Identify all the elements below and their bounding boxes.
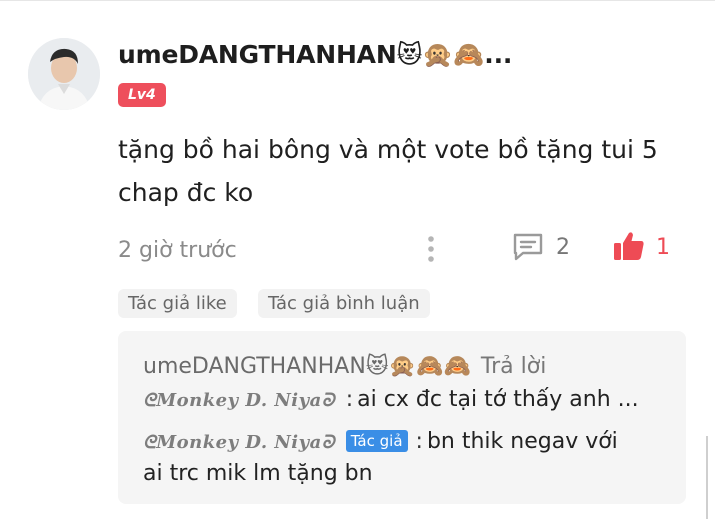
comment-icon[interactable] [511, 231, 545, 267]
tag-author-like: Tác giả like [118, 289, 237, 318]
replies-panel[interactable]: umeDANGTHANHAN😻🙊🙈🙈 Trả lời ᘓMonkey D. Niy… [118, 331, 686, 504]
level-badge: Lv4 [118, 83, 166, 107]
flourish-left-icon: ᘓ [143, 390, 157, 411]
reply-text: bn thik negav với [426, 429, 618, 454]
flourish-left-icon: ᘓ [143, 432, 157, 453]
reply-header-user[interactable]: umeDANGTHANHAN😻🙊🙈🙈 [143, 354, 471, 379]
reply-text-continued: ai trc mik lm tặng bn [143, 461, 373, 486]
reply-author[interactable]: ᘓMonkey D. Niyaᘐ [143, 432, 342, 453]
username[interactable]: umeDANGTHANHAN😻🙊🙈... [118, 40, 512, 70]
reply-count[interactable]: 2 [556, 235, 570, 260]
avatar[interactable] [28, 38, 100, 110]
more-vertical-icon[interactable] [424, 234, 438, 264]
tag-author-comment: Tác giả bình luận [258, 289, 430, 318]
reply-text: ai cx đc tại tớ thấy anh ... [357, 387, 639, 412]
timestamp: 2 giờ trước [118, 238, 237, 263]
like-count[interactable]: 1 [656, 235, 670, 260]
reply-header: umeDANGTHANHAN😻🙊🙈🙈 Trả lời [143, 354, 546, 379]
reply-colon: : [345, 387, 354, 412]
comment-text: tặng bồ hai bông và một vote bồ tặng tui… [118, 135, 658, 207]
flourish-right-icon: ᘐ [321, 390, 335, 411]
reply-colon: : [415, 429, 423, 454]
reply-item[interactable]: ᘓMonkey D. Niyaᘐ Tác giả: bn thik negav v… [143, 429, 618, 454]
thumbs-up-icon[interactable] [612, 229, 646, 267]
reply-author[interactable]: ᘓMonkey D. Niyaᘐ [143, 390, 342, 411]
reply-item[interactable]: ᘓMonkey D. Niyaᘐ : ai cx đc tại tớ thấy a… [143, 387, 639, 412]
flourish-right-icon: ᘐ [321, 432, 335, 453]
scrollbar[interactable] [706, 436, 708, 519]
author-badge: Tác giả [345, 430, 408, 452]
top-divider [0, 0, 715, 1]
reply-action[interactable]: Trả lời [481, 354, 546, 379]
